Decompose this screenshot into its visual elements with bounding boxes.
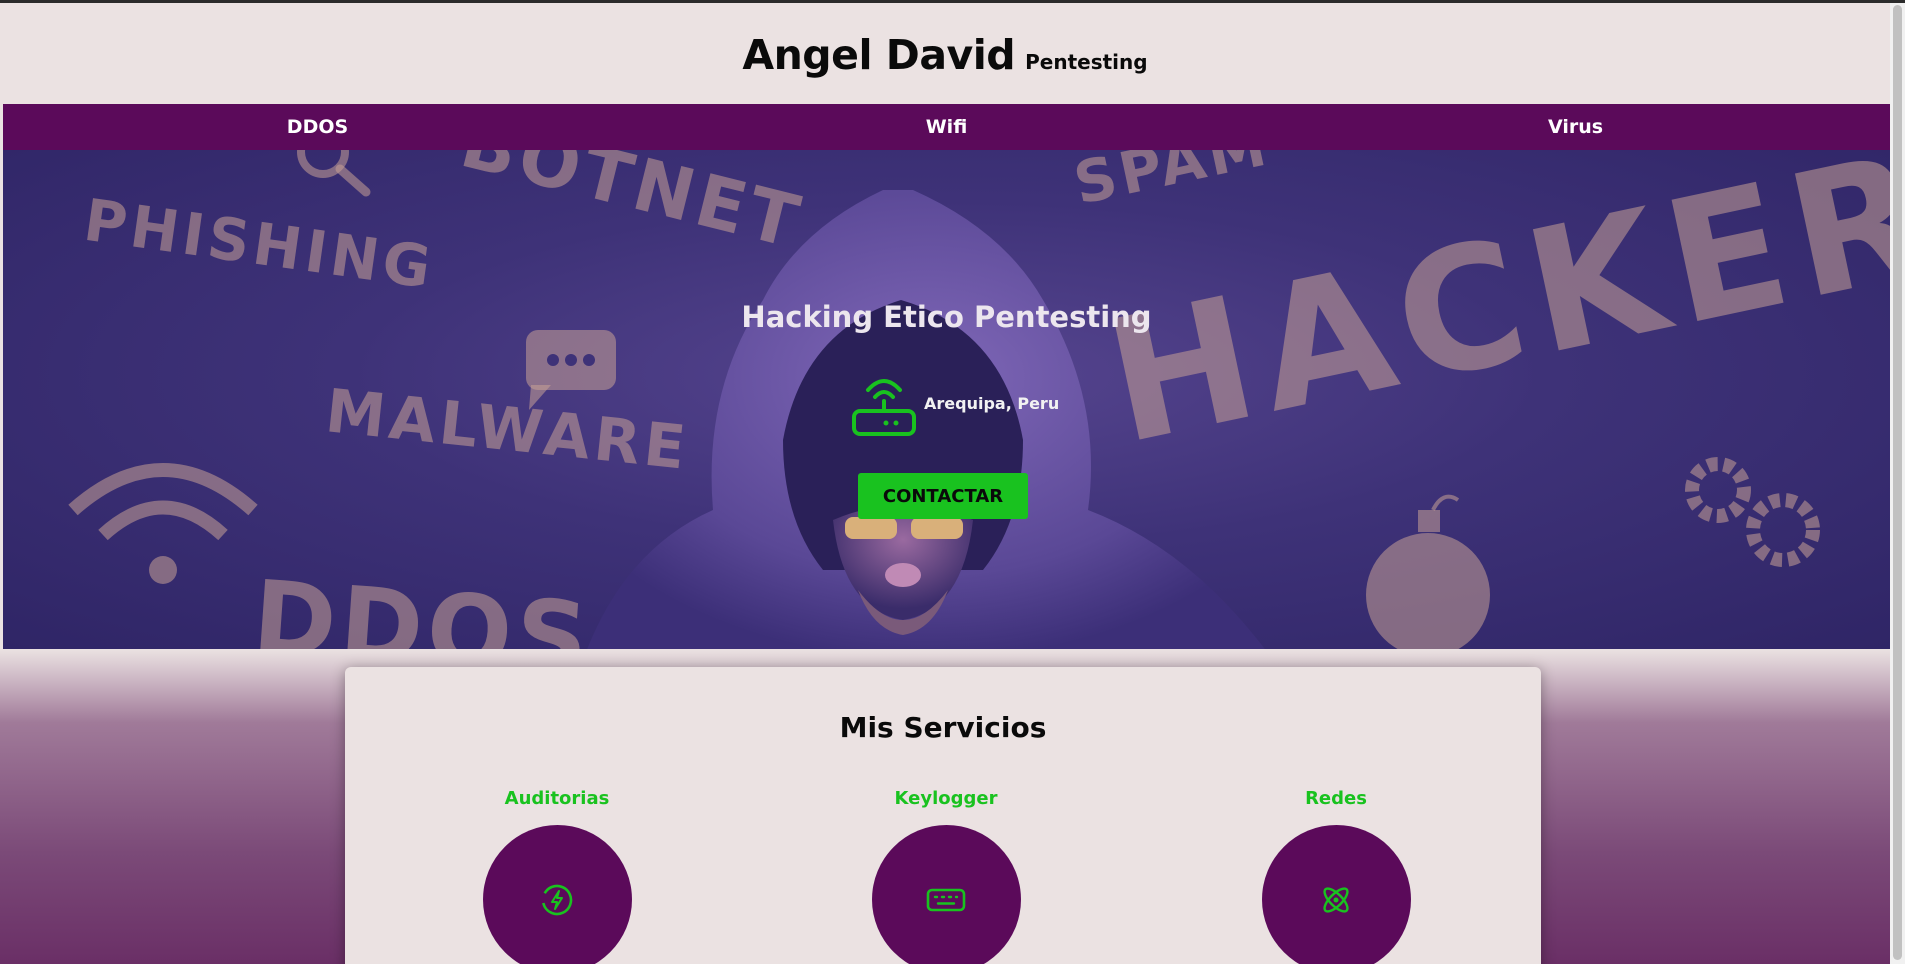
atom-icon bbox=[1323, 886, 1349, 913]
service-item-keylogger[interactable]: Keylogger bbox=[846, 788, 1046, 964]
service-item-auditorias[interactable]: Auditorias bbox=[457, 788, 657, 964]
brand-tagline: Pentesting bbox=[1025, 49, 1148, 74]
keyboard-icon bbox=[926, 888, 966, 911]
hero-location-text: Arequipa, Peru bbox=[924, 393, 1060, 413]
services-title: Mis Servicios bbox=[839, 711, 1047, 744]
brand-name: Angel David bbox=[742, 30, 1016, 79]
hero-title: Hacking Etico Pentesting bbox=[741, 300, 1152, 334]
service-label: Auditorias bbox=[504, 788, 610, 809]
nav-item-ddos[interactable]: DDOS bbox=[3, 104, 632, 150]
router-icon bbox=[852, 379, 916, 436]
hero-banner: PHISHING BOTNET SPAM HACKER MALWARE DDOS bbox=[3, 150, 1890, 649]
services-card: Mis Servicios Auditorias Keylogger Redes bbox=[345, 667, 1541, 964]
nav-item-virus[interactable]: Virus bbox=[1261, 104, 1890, 150]
contact-button[interactable]: CONTACTAR bbox=[858, 473, 1028, 519]
scrollbar-thumb[interactable] bbox=[1893, 5, 1902, 960]
service-icon-circle bbox=[1261, 825, 1411, 964]
main-nav: DDOS Wifi Virus bbox=[3, 104, 1890, 150]
service-label: Keylogger bbox=[894, 788, 998, 809]
service-icon-circle bbox=[871, 825, 1021, 964]
vertical-scrollbar[interactable] bbox=[1890, 3, 1905, 964]
service-label: Redes bbox=[1305, 788, 1367, 809]
service-item-redes[interactable]: Redes bbox=[1236, 788, 1436, 964]
page: Angel David Pentesting DDOS Wifi Virus P… bbox=[0, 3, 1890, 964]
service-icon-circle bbox=[482, 825, 632, 964]
hero-location: Arequipa, Peru bbox=[850, 368, 1059, 438]
nav-item-wifi[interactable]: Wifi bbox=[632, 104, 1261, 150]
power-charge-icon bbox=[541, 884, 573, 915]
hero-content: Hacking Etico Pentesting Arequipa, Peru … bbox=[3, 150, 1890, 649]
brand[interactable]: Angel David Pentesting bbox=[742, 31, 1147, 79]
site-header: Angel David Pentesting bbox=[0, 3, 1890, 104]
